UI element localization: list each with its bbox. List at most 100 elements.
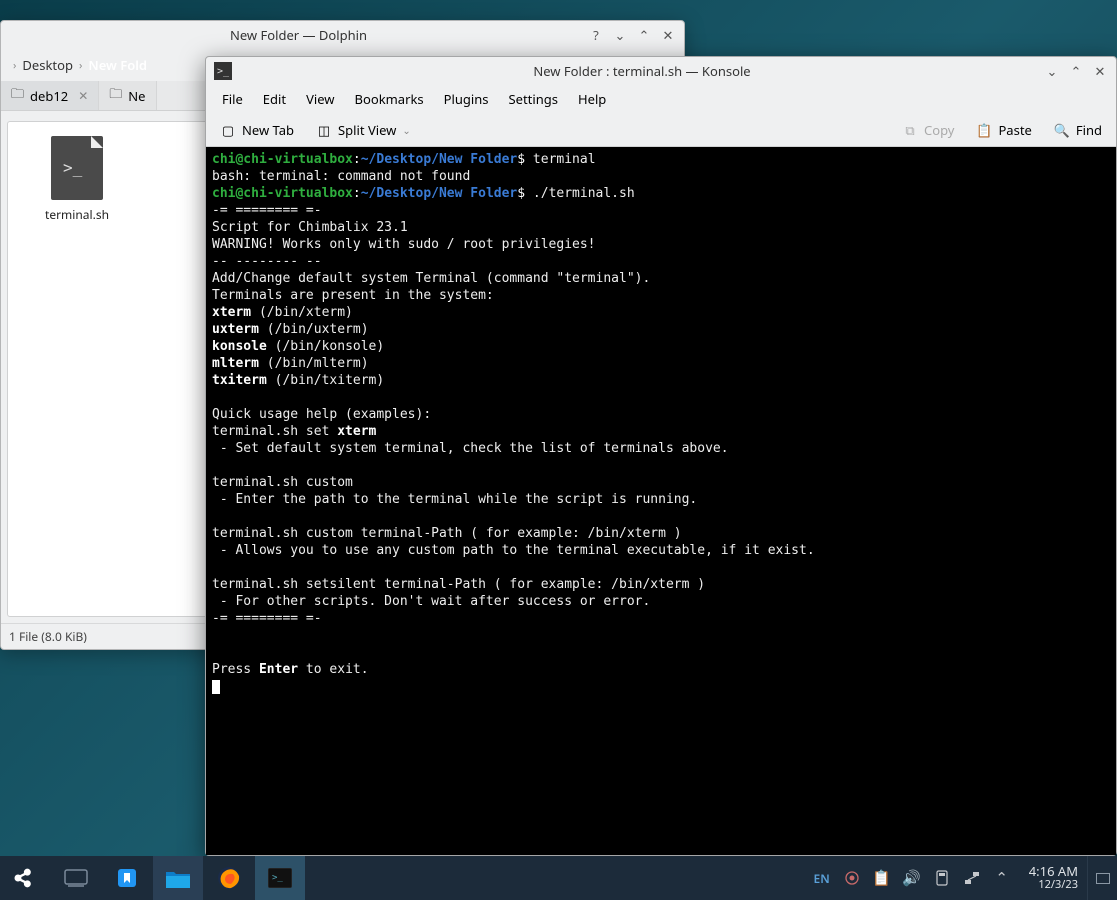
breadcrumb-current[interactable]: New Fold: [88, 56, 147, 74]
taskbar-firefox[interactable]: [204, 856, 254, 900]
paste-button[interactable]: 📋 Paste: [970, 117, 1037, 143]
paste-label: Paste: [998, 121, 1031, 139]
close-icon[interactable]: ✕: [1092, 63, 1108, 79]
dolphin-titlebar[interactable]: New Folder — Dolphin ? ⌄ ⌃ ✕: [1, 21, 684, 49]
menu-plugins[interactable]: Plugins: [436, 86, 497, 112]
menu-edit[interactable]: Edit: [255, 86, 294, 112]
breadcrumb-parent[interactable]: Desktop: [22, 56, 73, 74]
konsole-title: New Folder : terminal.sh — Konsole: [240, 62, 1044, 80]
clipboard-icon[interactable]: 📋: [874, 870, 890, 886]
network-icon[interactable]: [964, 870, 980, 886]
keyboard-layout[interactable]: EN: [814, 870, 830, 887]
output-line: to exit.: [298, 662, 368, 677]
terminal-path: (/bin/mlterm): [259, 356, 369, 371]
terminal-path: (/bin/xterm): [251, 305, 353, 320]
menu-help[interactable]: Help: [570, 86, 614, 112]
output-line: -= ======== =-: [212, 611, 322, 626]
terminal-path: (/bin/uxterm): [259, 322, 369, 337]
paste-icon: 📋: [976, 122, 992, 138]
menu-bookmarks[interactable]: Bookmarks: [347, 86, 432, 112]
tab-deb12[interactable]: 🗀 deb12 ✕: [1, 81, 99, 110]
output-line: Quick usage help (examples):: [212, 407, 431, 422]
chevron-down-icon: ⌄: [402, 123, 410, 137]
camera-off-icon[interactable]: [844, 870, 860, 886]
taskbar: >_ EN 📋 🔊 ⌃ 4:16 AM 12/3/23: [0, 856, 1117, 900]
storage-icon[interactable]: [934, 870, 950, 886]
output-line: terminal.sh setsilent terminal-Path ( fo…: [212, 577, 705, 592]
output-line: - Allows you to use any custom path to t…: [212, 543, 815, 558]
output-line: terminal.sh custom terminal-Path ( for e…: [212, 526, 682, 541]
taskbar-konsole[interactable]: >_: [255, 856, 305, 900]
output-line: - Enter the path to the terminal while t…: [212, 492, 697, 507]
maximize-icon[interactable]: ⌃: [636, 27, 652, 43]
show-desktop-button[interactable]: [1087, 856, 1117, 900]
status-text: 1 File (8.0 KiB): [9, 628, 87, 645]
copy-label: Copy: [924, 121, 954, 139]
terminal-name: txiterm: [212, 373, 267, 388]
taskbar-system-settings[interactable]: [51, 856, 101, 900]
output-line: Script for Chimbalix 23.1: [212, 220, 408, 235]
tab-label: Ne: [128, 87, 145, 105]
new-tab-icon: ▢: [220, 122, 236, 138]
prompt-user: chi@chi-virtualbox: [212, 186, 353, 201]
copy-icon: ⧉: [902, 122, 918, 138]
terminal-path: (/bin/txiterm): [267, 373, 384, 388]
maximize-icon[interactable]: ⌃: [1068, 63, 1084, 79]
chevron-up-icon[interactable]: ⌃: [994, 870, 1010, 886]
taskbar-discover[interactable]: [102, 856, 152, 900]
terminal-name: konsole: [212, 339, 267, 354]
menu-view[interactable]: View: [298, 86, 342, 112]
split-icon: ◫: [316, 122, 332, 138]
prompt-path: ~/Desktop/New Folder: [361, 152, 518, 167]
prompt-path: ~/Desktop/New Folder: [361, 186, 518, 201]
split-view-button[interactable]: ◫ Split View ⌄: [310, 117, 417, 143]
dolphin-title: New Folder — Dolphin: [9, 26, 588, 44]
file-name: terminal.sh: [45, 206, 109, 223]
folder-icon: 🗀: [11, 84, 24, 107]
copy-button[interactable]: ⧉ Copy: [896, 117, 960, 143]
tab-newfolder[interactable]: 🗀 Ne: [99, 81, 156, 110]
clock[interactable]: 4:16 AM 12/3/23: [1021, 864, 1086, 892]
close-icon[interactable]: ✕: [78, 87, 88, 104]
output-line: terminal.sh custom: [212, 475, 353, 490]
output-line: - For other scripts. Don't wait after su…: [212, 594, 650, 609]
command-entered: ./terminal.sh: [525, 186, 635, 201]
output-line: WARNING! Works only with sudo / root pri…: [212, 237, 596, 252]
help-icon[interactable]: ?: [588, 27, 604, 43]
minimize-icon[interactable]: ⌄: [1044, 63, 1060, 79]
chevron-right-icon: ›: [79, 58, 82, 73]
terminal-name: xterm: [212, 305, 251, 320]
output-line: -= ======== =-: [212, 203, 322, 218]
close-icon[interactable]: ✕: [660, 27, 676, 43]
file-item[interactable]: terminal.sh: [22, 136, 132, 223]
terminal-name: mlterm: [212, 356, 259, 371]
menu-file[interactable]: File: [214, 86, 251, 112]
chevron-right-icon: ›: [13, 58, 16, 73]
clock-time: 4:16 AM: [1029, 864, 1078, 878]
taskbar-dolphin[interactable]: [153, 856, 203, 900]
konsole-titlebar[interactable]: >_ New Folder : terminal.sh — Konsole ⌄ …: [206, 57, 1116, 85]
terminal-view[interactable]: chi@chi-virtualbox:~/Desktop/New Folder$…: [206, 147, 1116, 855]
new-tab-button[interactable]: ▢ New Tab: [214, 117, 300, 143]
output-line: terminal.sh set: [212, 424, 337, 439]
output-line: -- -------- --: [212, 254, 322, 269]
svg-text:>_: >_: [272, 873, 283, 883]
menubar: File Edit View Bookmarks Plugins Setting…: [206, 85, 1116, 113]
clock-date: 12/3/23: [1038, 878, 1078, 892]
output-line: Add/Change default system Terminal (comm…: [212, 271, 650, 286]
minimize-icon[interactable]: ⌄: [612, 27, 628, 43]
terminal-path: (/bin/konsole): [267, 339, 384, 354]
output-line: Press: [212, 662, 259, 677]
split-view-label: Split View: [338, 121, 396, 139]
shell-script-icon: [51, 136, 103, 200]
folder-icon: 🗀: [109, 84, 122, 107]
menu-settings[interactable]: Settings: [501, 86, 566, 112]
start-menu-button[interactable]: [0, 856, 50, 900]
cursor: [212, 680, 220, 694]
toolbar: ▢ New Tab ◫ Split View ⌄ ⧉ Copy 📋 Paste …: [206, 113, 1116, 147]
find-button[interactable]: 🔍 Find: [1048, 117, 1108, 143]
konsole-window: >_ New Folder : terminal.sh — Konsole ⌄ …: [205, 56, 1117, 856]
tab-label: deb12: [30, 87, 68, 105]
volume-icon[interactable]: 🔊: [904, 870, 920, 886]
output-line: - Set default system terminal, check the…: [212, 441, 729, 456]
